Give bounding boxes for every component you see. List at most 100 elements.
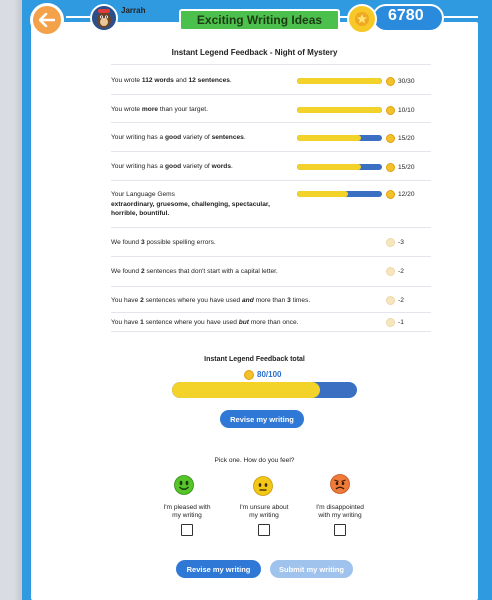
coin-icon — [386, 190, 395, 199]
progress-bar — [297, 78, 382, 84]
feeling-label-disappointed: I'm disappointed with my writing — [305, 504, 375, 520]
text-part: sentences that don't start with a capita… — [144, 268, 278, 275]
text-part: Your writing has a — [111, 163, 166, 170]
feedback-row-text: Your writing has a good variety of sente… — [111, 133, 246, 142]
text-part: sentence where you have used — [143, 319, 239, 326]
neutral-face-icon — [253, 476, 273, 496]
feedback-row-text: We found 3 possible spelling errors. — [111, 238, 216, 247]
language-gems-words: horrible, bountiful. — [111, 210, 170, 217]
submit-writing-button[interactable]: Submit my writing — [270, 560, 353, 578]
progress-bar — [297, 135, 382, 141]
language-gems-words: extraordinary, gruesome, challenging, sp… — [111, 201, 270, 208]
row-score: -2 — [398, 297, 404, 304]
avatar[interactable] — [90, 4, 118, 32]
label-line: my writing — [172, 512, 202, 519]
total-title: Instant Legend Feedback total — [204, 356, 305, 363]
text-part: Your writing has a — [111, 134, 166, 141]
progress-fill — [297, 107, 382, 113]
progress-fill — [297, 191, 348, 197]
header-line — [66, 16, 90, 18]
text-part: We found — [111, 268, 141, 275]
row-score: 30/30 — [398, 78, 415, 85]
progress-bar — [297, 164, 382, 170]
username: Jarrah — [121, 6, 146, 15]
text-part: possible spelling errors. — [144, 239, 216, 246]
total-progress-fill — [172, 382, 320, 398]
feedback-row-language-gems: Your Language Gems extraordinary, grueso… — [111, 180, 431, 227]
feedback-row-text: You have 1 sentence where you have used … — [111, 318, 298, 327]
feeling-label-pleased: I'm pleased with my writing — [152, 504, 222, 520]
text-part: You wrote — [111, 106, 142, 113]
feedback-row: You wrote more than your target. 10/10 — [111, 94, 431, 122]
label-line: with my writing — [318, 512, 362, 519]
feedback-row: We found 3 possible spelling errors. -3 — [111, 227, 431, 256]
text-part: times. — [290, 297, 311, 304]
progress-fill — [297, 78, 382, 84]
feeling-prompt: Pick one. How do you feel? — [214, 457, 295, 464]
feedback-row: We found 2 sentences that don't start wi… — [111, 256, 431, 286]
revise-button[interactable]: Revise my writing — [220, 410, 304, 428]
disappointed-checkbox[interactable] — [334, 524, 346, 536]
feeling-label-unsure: I'm unsure about my writing — [229, 504, 299, 520]
header-line — [444, 16, 478, 18]
progress-bar — [297, 107, 382, 113]
feedback-row: Your writing has a good variety of sente… — [111, 122, 431, 151]
feedback-row-text: We found 2 sentences that don't start wi… — [111, 267, 278, 276]
text-part: You have — [111, 319, 141, 326]
text-bold: 112 words — [141, 77, 174, 84]
feedback-row: You wrote 112 words and 12 sentences. 30… — [111, 64, 431, 94]
feedback-row-text: You wrote 112 words and 12 sentences. — [111, 76, 232, 85]
feedback-row: You have 1 sentence where you have used … — [111, 312, 431, 332]
unsure-checkbox[interactable] — [258, 524, 270, 536]
text-bold: good — [165, 134, 182, 141]
row-score: 12/20 — [398, 191, 415, 198]
text-part: . — [230, 163, 233, 170]
label-line: I'm disappointed — [316, 504, 364, 511]
coin-star-icon — [355, 12, 369, 26]
feedback-row-text: Your writing has a good variety of words… — [111, 162, 233, 171]
label-line: I'm pleased with — [163, 504, 211, 511]
coin-icon — [386, 267, 395, 276]
unsure-face-icon[interactable] — [253, 476, 273, 496]
coin-count: 6780 — [388, 7, 424, 24]
text-bold: good — [165, 163, 182, 170]
feedback-title: Instant Legend Feedback - Night of Myste… — [171, 48, 338, 57]
row-score: 15/20 — [398, 135, 415, 142]
revise-writing-button[interactable]: Revise my writing — [176, 560, 261, 578]
coin-icon — [386, 238, 395, 247]
avatar-character-icon — [92, 6, 116, 30]
feedback-list: You wrote 112 words and 12 sentences. 30… — [111, 64, 431, 332]
coin-icon — [386, 163, 395, 172]
text-bold: words — [211, 163, 231, 170]
progress-fill — [297, 164, 361, 170]
coin-icon — [386, 77, 395, 86]
text-bold: sentences — [211, 134, 244, 141]
smile-icon — [174, 475, 194, 495]
text-part: variety of — [181, 134, 212, 141]
progress-bar — [297, 191, 382, 197]
text-part: more than — [253, 297, 288, 304]
feedback-row-text: You have 2 sentences where you have used… — [111, 296, 310, 305]
progress-fill — [297, 135, 361, 141]
label-line: my writing — [249, 512, 279, 519]
feedback-row-text: You wrote more than your target. — [111, 105, 208, 114]
language-gems-label: Your Language Gems — [111, 191, 175, 198]
total-score: 80/100 — [257, 370, 282, 379]
pleased-face-icon[interactable] — [174, 475, 194, 495]
row-score: 10/10 — [398, 107, 415, 114]
text-part: You wrote — [111, 77, 142, 84]
disappointed-face-icon[interactable] — [330, 474, 350, 494]
back-button[interactable] — [30, 3, 64, 37]
coin-icon — [347, 4, 377, 34]
text-bold: more — [141, 106, 159, 113]
feedback-row: Your writing has a good variety of words… — [111, 151, 431, 180]
total-progress-bar — [172, 382, 357, 398]
row-score: 15/20 — [398, 164, 415, 171]
text-part: We found — [111, 239, 141, 246]
text-part: . — [229, 77, 232, 84]
back-arrow-icon — [39, 13, 55, 27]
pleased-checkbox[interactable] — [181, 524, 193, 536]
text-part: and — [173, 77, 189, 84]
frown-icon — [330, 474, 350, 494]
text-part: sentences where you have used — [143, 297, 243, 304]
